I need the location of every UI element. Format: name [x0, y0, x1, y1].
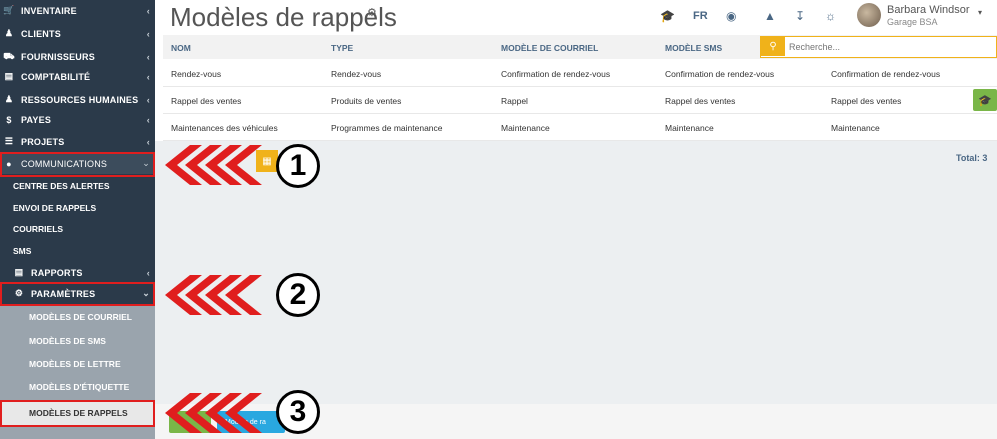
table-cell: Programmes de maintenance — [331, 123, 443, 133]
annotation-arrow-3 — [165, 393, 262, 433]
sidebar-sub-label: COURRIELS — [13, 223, 64, 234]
table-cell: Confirmation de rendez-vous — [831, 69, 941, 79]
sidebar-item-label: RAPPORTS — [31, 267, 83, 278]
sidebar-sub-label: MODÈLES DE LETTRE — [29, 359, 121, 369]
sidebar-sub-modeles-courriel[interactable]: MODÈLES DE COURRIEL — [0, 305, 155, 329]
table-cell: Rappel des ventes — [831, 96, 902, 106]
user-icon: ♟ — [4, 94, 14, 104]
sidebar-sub-label: ENVOI DE RAPPELS — [13, 202, 97, 213]
sidebar-item-ressources-humaines[interactable]: ♟ RESSOURCES HUMAINES ‹ — [0, 89, 155, 110]
chevron-left-icon: ‹ — [146, 94, 150, 105]
table-row[interactable]: Rappel des ventes Produits de ventes Rap… — [163, 87, 997, 114]
sidebar-sub-label: MODÈLES DE COURRIEL — [29, 312, 132, 322]
sidebar-item-fournisseurs[interactable]: ⛟ FOURNISSEURS ‹ — [0, 46, 155, 67]
sidebar-item-projets[interactable]: ☰ PROJETS ‹ — [0, 131, 155, 152]
table-cell: Maintenance — [831, 123, 880, 133]
chevron-left-icon: ‹ — [146, 114, 150, 125]
column-header-modele-sms[interactable]: MODÈLE SMS — [665, 43, 722, 53]
sidebar-sub-centre-alertes[interactable]: CENTRE DES ALERTES — [0, 175, 155, 196]
user-name[interactable]: Barbara Windsor — [887, 4, 970, 16]
graduation-cap-button[interactable]: 🎓 — [973, 89, 997, 111]
chart-icon: ▤ — [14, 267, 24, 277]
sidebar-item-rapports[interactable]: ▤ RAPPORTS ‹ — [0, 262, 155, 283]
chevron-left-icon: ‹ — [146, 5, 150, 16]
column-header-modele-courriel[interactable]: MODÈLE DE COURRIEL — [501, 43, 598, 53]
list-icon: ☰ — [4, 136, 14, 146]
settings-icon[interactable]: ☼ — [825, 9, 836, 23]
table-row[interactable]: Maintenances des véhicules Programmes de… — [163, 114, 997, 141]
table-cell: Maintenance — [501, 123, 550, 133]
sidebar-sub-modeles-sms[interactable]: MODÈLES DE SMS — [0, 329, 155, 353]
annotation-arrow-2 — [165, 275, 262, 315]
table-cell: Maintenances des véhicules — [171, 123, 278, 133]
sidebar-item-label: RESSOURCES HUMAINES — [21, 94, 139, 105]
table-row[interactable]: Rendez-vous Rendez-vous Confirmation de … — [163, 60, 997, 87]
user-company: Garage BSA — [887, 17, 938, 27]
page-title: Modèles de rappels — [170, 2, 397, 32]
sidebar: 🛒 INVENTAIRE ‹ ♟ CLIENTS ‹ ⛟ FOURNISSEUR… — [0, 0, 155, 439]
chevron-left-icon: ‹ — [146, 28, 150, 39]
dollar-icon: $ — [6, 114, 12, 125]
annotation-number-2: 2 — [276, 273, 320, 317]
table-cell: Rappel — [501, 96, 528, 106]
highlight-box — [0, 152, 155, 177]
avatar[interactable] — [857, 3, 881, 27]
sidebar-item-inventaire[interactable]: 🛒 INVENTAIRE ‹ — [0, 0, 155, 21]
column-header-nom[interactable]: NOM — [171, 43, 191, 53]
annotation-arrow-1 — [165, 145, 262, 185]
sidebar-item-label: INVENTAIRE — [21, 5, 77, 16]
table-cell: Confirmation de rendez-vous — [501, 69, 611, 79]
highlight-box — [0, 282, 155, 306]
comments-icon[interactable]: ◉ — [726, 9, 736, 23]
cart-icon: 🛒 — [3, 5, 15, 15]
annotation-number-3: 3 — [276, 390, 320, 434]
chevron-down-icon[interactable]: ▾ — [978, 8, 982, 17]
highlight-box — [0, 400, 155, 427]
table-cell: Maintenance — [665, 123, 714, 133]
table-cell: Rendez-vous — [331, 69, 382, 79]
search-input[interactable] — [789, 40, 989, 53]
chevron-left-icon: ‹ — [146, 51, 150, 62]
sidebar-item-label: CLIENTS — [21, 28, 61, 39]
sidebar-sub-modeles-lettre[interactable]: MODÈLES DE LETTRE — [0, 352, 155, 376]
table-cell: Confirmation de rendez-vous — [665, 69, 775, 79]
total-count: Total: 3 — [956, 153, 988, 163]
sidebar-sub-sms[interactable]: SMS — [0, 240, 155, 261]
sidebar-sub-label: MODÈLES D'ÉTIQUETTE — [29, 382, 130, 392]
annotation-number-1: 1 — [276, 144, 320, 188]
bell-icon[interactable]: ▲ — [764, 9, 776, 23]
sidebar-item-label: PAYES — [21, 114, 52, 125]
chevron-left-icon: ‹ — [146, 71, 150, 82]
language-selector[interactable]: FR — [693, 10, 708, 22]
sidebar-item-clients[interactable]: ♟ CLIENTS ‹ — [0, 23, 155, 44]
sidebar-item-payes[interactable]: $ PAYES ‹ — [0, 109, 155, 130]
chart-icon: ▤ — [4, 71, 14, 81]
search-icon[interactable]: ⚲ — [761, 37, 785, 56]
sidebar-sub-courriels[interactable]: COURRIELS — [0, 218, 155, 239]
sidebar-item-label: PROJETS — [21, 136, 65, 147]
table-body: Rendez-vous Rendez-vous Confirmation de … — [163, 60, 997, 141]
sidebar-item-label: COMPTABILITÉ — [21, 71, 91, 82]
search-box: ⚲ — [760, 36, 997, 58]
sidebar-item-label: FOURNISSEURS — [21, 51, 95, 62]
sidebar-sub-envoi-rappels[interactable]: ENVOI DE RAPPELS — [0, 197, 155, 218]
truck-icon: ⛟ — [3, 50, 15, 61]
download-icon[interactable]: ↧ — [795, 9, 805, 23]
column-header-type[interactable]: TYPE — [331, 43, 353, 53]
table-cell: Rendez-vous — [171, 69, 222, 79]
table-cell: Produits de ventes — [331, 96, 402, 106]
sidebar-sub-modeles-etiquette[interactable]: MODÈLES D'ÉTIQUETTE — [0, 375, 155, 399]
chevron-left-icon: ‹ — [146, 267, 150, 278]
graduation-cap-icon[interactable]: 🎓 — [660, 9, 675, 23]
users-icon: ♟ — [4, 28, 14, 38]
table-cell: Rappel des ventes — [665, 96, 736, 106]
sidebar-sub-label: CENTRE DES ALERTES — [13, 180, 110, 191]
sidebar-sub-label: MODÈLES DE SMS — [29, 336, 106, 346]
sidebar-sub-label: SMS — [13, 245, 32, 256]
gear-icon[interactable]: ⚙ — [367, 6, 377, 19]
sidebar-item-comptabilite[interactable]: ▤ COMPTABILITÉ ‹ — [0, 66, 155, 87]
table-cell: Rappel des ventes — [171, 96, 242, 106]
chevron-left-icon: ‹ — [146, 136, 150, 147]
